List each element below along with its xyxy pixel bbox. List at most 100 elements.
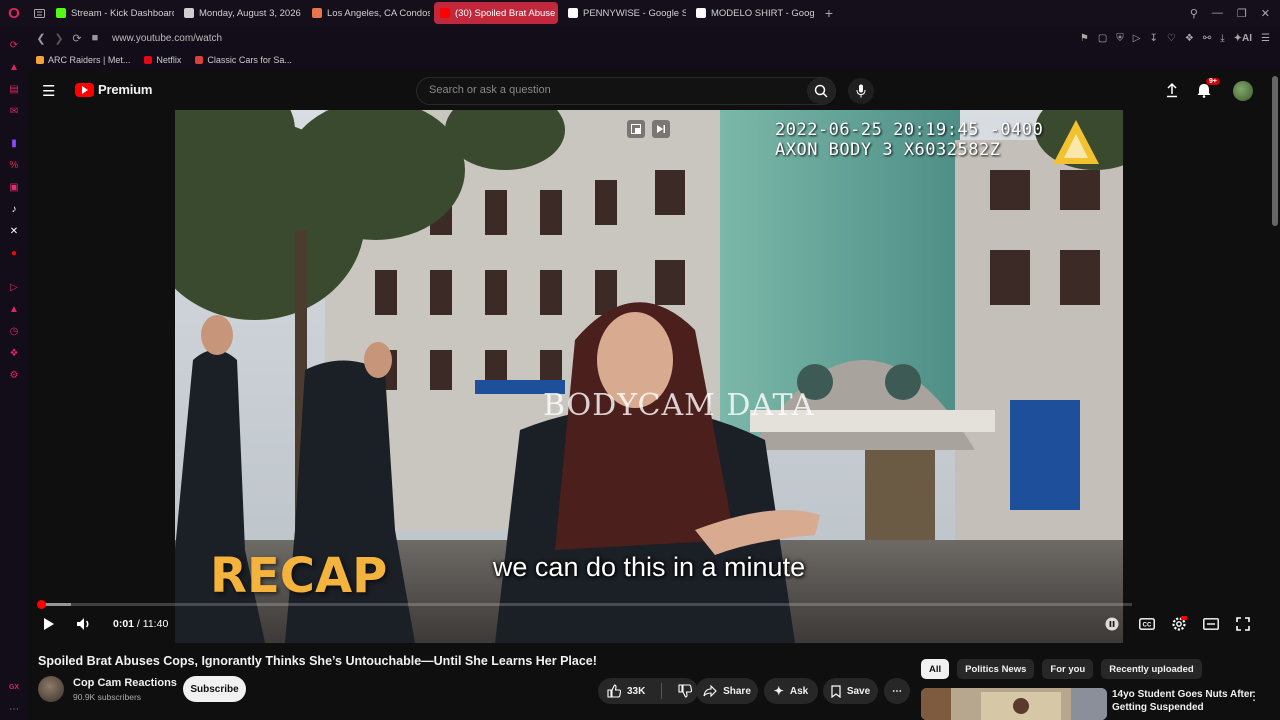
fullscreen-button[interactable] xyxy=(1232,614,1254,634)
tab-favicon-icon xyxy=(56,8,66,18)
close-window-button[interactable]: ✕ xyxy=(1261,7,1270,20)
new-tab-button[interactable]: + xyxy=(818,0,840,26)
video-player[interactable]: 2022-06-25 20:19:45 -0400 AXON BODY 3 X6… xyxy=(175,110,1123,643)
sidebar-pin-icon[interactable]: ▲ xyxy=(0,298,28,320)
filter-chip[interactable]: For you xyxy=(1042,659,1094,679)
like-count: 33K xyxy=(627,685,646,697)
notifications-button[interactable]: 9+ xyxy=(1196,78,1220,103)
voice-search-button[interactable] xyxy=(848,78,874,104)
mute-button[interactable] xyxy=(73,614,95,634)
theater-mode-button[interactable] xyxy=(1200,614,1222,634)
restore-button[interactable]: ❐ xyxy=(1237,7,1247,20)
recommended-video-title[interactable]: 14yo Student Goes Nuts After Getting Sus… xyxy=(1112,688,1262,714)
sidebar-settings-icon[interactable]: ⚙ xyxy=(0,364,28,386)
settings-button[interactable] xyxy=(1168,614,1190,634)
subscribe-button[interactable]: Subscribe xyxy=(183,676,246,702)
search-button[interactable] xyxy=(807,78,835,104)
sidebar-twitch-icon[interactable]: ▮ xyxy=(0,132,28,154)
filter-chip[interactable]: All xyxy=(921,659,950,679)
ask-button[interactable]: ✦ Ask xyxy=(764,678,818,704)
profile-icon[interactable]: ⚯ xyxy=(1203,33,1211,44)
tab-label: MODELO SHIRT - Google S xyxy=(711,7,814,19)
browser-menu-icon[interactable]: ☰ xyxy=(1261,33,1270,44)
bookmark-label: Classic Cars for Sa... xyxy=(207,55,292,65)
youtube-page: ☰ Premium 9+ xyxy=(28,70,1280,720)
hamburger-menu-icon[interactable]: ☰ xyxy=(42,82,55,100)
channel-avatar[interactable] xyxy=(38,676,64,702)
pin-icon[interactable]: ⚑ xyxy=(1080,33,1089,44)
tab-favicon-icon xyxy=(184,8,194,18)
share-label: Share xyxy=(723,685,751,697)
captions-button[interactable]: CC xyxy=(1136,614,1158,634)
pause-toggle-button[interactable] xyxy=(1101,614,1123,634)
like-divider xyxy=(661,683,663,699)
account-avatar[interactable] xyxy=(1233,81,1253,101)
download-icon[interactable]: ↧ xyxy=(1150,33,1158,44)
sidebar-discord-icon[interactable]: % xyxy=(0,154,28,176)
sidebar-wallet-icon[interactable]: ▤ xyxy=(0,78,28,100)
recommended-video-thumbnail[interactable] xyxy=(921,688,1107,720)
browser-tab[interactable]: PENNYWISE - Google Sea xyxy=(562,2,686,24)
like-button[interactable]: 33K xyxy=(607,684,645,698)
youtube-premium-logo[interactable]: Premium xyxy=(75,82,152,97)
sidebar-history-icon[interactable]: ⟳ xyxy=(0,34,28,56)
video-progress-bar[interactable] xyxy=(36,600,1132,609)
volume-icon xyxy=(77,618,89,630)
lock-icon[interactable]: ■ xyxy=(86,32,104,44)
search-input[interactable] xyxy=(429,84,789,96)
downloads-tray-icon[interactable]: ⤓ xyxy=(1220,33,1224,44)
more-actions-button[interactable]: ⋯ xyxy=(884,678,910,704)
vpn-shield-icon[interactable]: ⛨ xyxy=(1116,33,1124,44)
filter-chips: All Politics News For you Recently uploaded xyxy=(921,659,1202,679)
sidebar-youtube-music-icon[interactable]: ● xyxy=(0,242,28,264)
miniplayer-button[interactable] xyxy=(627,120,645,138)
sidebar-clock-icon[interactable]: ◷ xyxy=(0,320,28,342)
filter-chip[interactable]: Recently uploaded xyxy=(1101,659,1202,679)
extensions-icon[interactable]: ❖ xyxy=(1185,33,1194,44)
sidebar-gx-label[interactable]: GX xyxy=(0,676,28,698)
save-button[interactable]: Save xyxy=(823,678,878,704)
sidebar-aria-icon[interactable]: ▲ xyxy=(0,56,28,78)
bookmark-favicon-icon xyxy=(36,56,44,64)
recommended-more-icon[interactable]: ⋮ xyxy=(1248,689,1260,703)
play-button[interactable] xyxy=(38,614,60,634)
bookmark-favicon-icon xyxy=(195,56,204,64)
sidebar-x-icon[interactable]: ✕ xyxy=(0,220,28,242)
browser-tab[interactable]: Monday, August 3, 2026 T xyxy=(178,2,302,24)
tab-search-icon[interactable]: ⚲ xyxy=(1190,7,1198,20)
create-upload-button[interactable] xyxy=(1164,82,1180,103)
back-button[interactable]: ❮ xyxy=(32,32,50,45)
bookmark-item[interactable]: Netflix xyxy=(144,55,181,65)
sidebar-tiktok-icon[interactable]: ♪ xyxy=(0,198,28,220)
sidebar-more-icon[interactable]: ⋯ xyxy=(0,698,28,720)
share-button[interactable]: Share xyxy=(696,678,758,704)
browser-tab[interactable]: Stream - Kick Dashboard xyxy=(50,2,174,24)
url-field[interactable]: www.youtube.com/watch xyxy=(112,33,222,44)
bookmark-item[interactable]: Classic Cars for Sa... xyxy=(195,55,292,65)
tab-menu-icon[interactable] xyxy=(28,0,50,26)
bookmark-item[interactable]: ARC Raiders | Met... xyxy=(36,55,130,65)
next-video-button[interactable] xyxy=(652,120,670,138)
filter-chip[interactable]: Politics News xyxy=(957,659,1035,679)
browser-tab[interactable]: (30) Spoiled Brat Abuse xyxy=(434,2,558,24)
browser-tab[interactable]: Los Angeles, CA Condos f xyxy=(306,2,430,24)
heart-icon[interactable]: ♡ xyxy=(1167,33,1176,44)
sidebar-extensions-icon[interactable]: ❖ xyxy=(0,342,28,364)
sidebar-player-icon[interactable]: ▷ xyxy=(0,276,28,298)
minimize-button[interactable]: — xyxy=(1212,7,1223,20)
ai-button[interactable]: ✦AI xyxy=(1234,33,1252,44)
player-icon[interactable]: ▷ xyxy=(1133,33,1141,44)
reload-button[interactable]: ⟳ xyxy=(68,32,86,45)
snapshot-icon[interactable]: ▢ xyxy=(1098,33,1107,44)
page-scrollbar[interactable] xyxy=(1272,76,1278,226)
forward-button[interactable]: ❯ xyxy=(50,32,68,45)
dislike-button[interactable] xyxy=(678,684,693,698)
save-label: Save xyxy=(846,685,871,697)
sidebar-messenger-icon[interactable]: ✉ xyxy=(0,100,28,122)
youtube-play-icon xyxy=(75,82,94,97)
sidebar-instagram-icon[interactable]: ▣ xyxy=(0,176,28,198)
scrubber-handle[interactable] xyxy=(36,600,46,609)
browser-tab[interactable]: MODELO SHIRT - Google S xyxy=(690,2,814,24)
opera-logo-icon[interactable]: O xyxy=(0,0,28,26)
channel-name[interactable]: Cop Cam Reactions xyxy=(73,677,177,689)
